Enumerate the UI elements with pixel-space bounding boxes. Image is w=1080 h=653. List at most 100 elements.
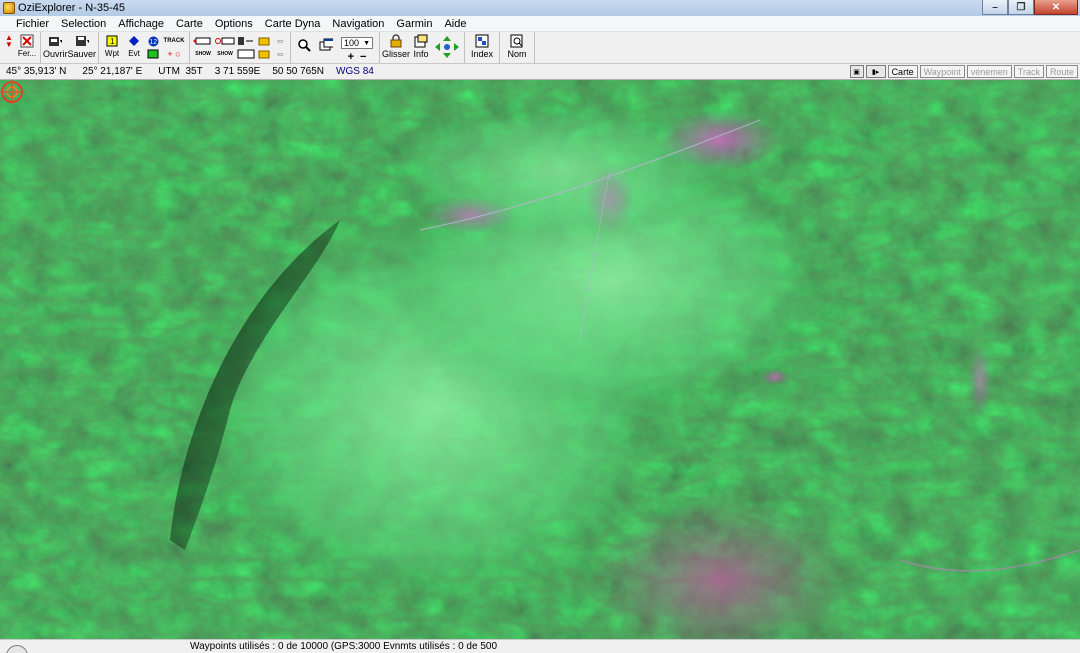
folder-button-1[interactable] — [257, 36, 271, 47]
index-label: Index — [471, 49, 494, 59]
chevron-down-icon: ▼ — [363, 39, 371, 47]
windows-icon — [319, 38, 334, 52]
show-wpt-button[interactable]: SHOW — [193, 49, 213, 60]
show-route-button[interactable] — [215, 36, 235, 47]
menu-garmin[interactable]: Garmin — [390, 18, 438, 30]
pan-arrows-icon — [434, 35, 460, 59]
glisser-button[interactable]: Glisser — [382, 32, 410, 63]
menu-carte-dyna[interactable]: Carte Dyna — [259, 18, 327, 30]
zoom-value: 100 — [344, 38, 360, 48]
route-toggle[interactable]: Route — [1045, 65, 1078, 78]
show-event-button[interactable]: SHOW — [215, 49, 235, 60]
text-button-2[interactable]: ▭ — [273, 49, 287, 60]
layer-button-1[interactable] — [237, 36, 255, 47]
minimize-button[interactable]: – — [982, 0, 1008, 15]
event-label: Evt — [128, 49, 140, 58]
map-object-controls: ▣ ▮▸ Carte Waypoint vénemen Track Route — [849, 65, 1078, 78]
title-bar: OziExplorer - N-35-45 – ❐ ✕ — [0, 0, 1080, 16]
zoom-select[interactable]: 100 ▼ — [341, 37, 374, 49]
save-label: Sauver — [67, 49, 97, 59]
folder-button-2[interactable] — [257, 49, 271, 60]
track-toggle[interactable]: Track — [1013, 65, 1044, 78]
menu-carte[interactable]: Carte — [170, 18, 209, 30]
zoom-buttons: + − — [348, 51, 367, 63]
glisser-label: Glisser — [382, 49, 411, 59]
window-controls: – ❐ ✕ — [982, 0, 1078, 15]
satellite-map[interactable] — [0, 80, 1080, 639]
show-stack-2: SHOW — [214, 32, 236, 63]
zoom-tool-button[interactable] — [293, 32, 315, 63]
name-search-button[interactable]: Nom — [502, 32, 532, 63]
green-marker-button[interactable] — [146, 49, 160, 60]
show-stack-4 — [256, 32, 272, 63]
open-button[interactable]: Ouvrir — [43, 32, 68, 63]
save-icon — [75, 34, 89, 48]
menu-aide[interactable]: Aide — [438, 18, 472, 30]
waypoint-usage-text: Waypoints utilisés : 0 de 10000 (GPS:300… — [190, 641, 498, 652]
save-button[interactable]: Sauver — [67, 32, 97, 63]
show-label-2: SHOW — [217, 51, 233, 57]
show-stack-1: SHOW — [192, 32, 214, 63]
show-stack-5: ▭ ▭ — [272, 32, 288, 63]
menu-fichier[interactable]: Fichier — [10, 18, 55, 30]
name-search-icon — [510, 34, 524, 48]
northing-readout: 50 50 765N — [272, 66, 325, 77]
picture-icon[interactable]: ▣ — [849, 65, 864, 78]
magnifier-icon — [297, 38, 311, 52]
index-icon — [475, 34, 489, 48]
show-label-1: SHOW — [195, 51, 211, 57]
add-remove-button[interactable]: + ○ — [162, 49, 186, 60]
easting-readout: 3 71 559E — [214, 66, 261, 77]
toolbar-group-index: Index — [465, 32, 501, 63]
event-diamond-icon — [127, 34, 141, 48]
zoom-in-button[interactable]: + — [348, 51, 354, 63]
toolbar-group-tools: Glisser Info — [380, 32, 466, 63]
index-button[interactable]: Index — [467, 32, 497, 63]
route-number-button[interactable]: 12 — [146, 36, 160, 47]
event-toggle[interactable]: vénemen — [966, 65, 1012, 78]
pan-button[interactable] — [432, 32, 462, 63]
waypoint-toggle[interactable]: Waypoint — [919, 65, 965, 78]
maximize-button[interactable]: ❐ — [1008, 0, 1034, 15]
menu-affichage[interactable]: Affichage — [112, 18, 170, 30]
open-label: Ouvrir — [43, 49, 68, 59]
longitude-readout: 25° 21,187' E — [82, 66, 143, 77]
datum-readout: WGS 84 — [336, 66, 374, 77]
show-track-button[interactable] — [193, 36, 213, 47]
track-button[interactable]: TRACK — [162, 36, 186, 47]
object-stack: 12 — [145, 32, 161, 63]
open-icon — [48, 34, 63, 48]
track-mini-label: TRACK — [163, 38, 185, 44]
info-button[interactable]: Info — [410, 32, 432, 63]
menu-bar: Fichier Selection Affichage Carte Option… — [0, 16, 1080, 32]
zoom-control: 100 ▼ + − — [337, 32, 377, 63]
track-stack: TRACK + ○ — [161, 32, 187, 63]
waypoint-icon: 1 — [105, 34, 119, 48]
coordinate-bar: 45° 35,913' N 25° 21,187' E UTM 35T 3 71… — [0, 64, 1080, 80]
menu-selection[interactable]: Selection — [55, 18, 112, 30]
arrows-button[interactable]: ▲ ▼ — [2, 32, 16, 63]
menu-options[interactable]: Options — [209, 18, 259, 30]
text-button-1[interactable]: ▭ — [273, 36, 287, 47]
cursor-crosshair-icon — [0, 80, 24, 104]
svg-text:1: 1 — [110, 37, 115, 46]
menu-navigation[interactable]: Navigation — [326, 18, 390, 30]
close-map-button[interactable]: Fer... — [16, 32, 38, 63]
waypoint-label: Wpt — [104, 49, 120, 58]
lock-icon — [389, 34, 403, 48]
copy-view-button[interactable] — [315, 32, 337, 63]
close-button[interactable]: ✕ — [1034, 0, 1078, 15]
disk-icon[interactable]: ▮▸ — [865, 65, 886, 78]
app-icon — [3, 2, 15, 14]
latitude-readout: 45° 35,913' N — [6, 66, 67, 77]
carte-toggle[interactable]: Carte — [887, 65, 918, 78]
toolbar-group-file: ▲ ▼ Fer... — [0, 32, 41, 63]
waypoint-button[interactable]: 1 Wpt — [101, 32, 123, 63]
name-label: Nom — [507, 49, 527, 59]
zoom-out-button[interactable]: − — [360, 51, 366, 63]
layer-button-2[interactable] — [237, 49, 255, 60]
map-imagery — [0, 80, 1080, 639]
utm-zone-readout: UTM 35T — [158, 66, 203, 77]
toolbar: ▲ ▼ Fer... Ouvrir Sauver 1 Wpt Evt 12 TR… — [0, 32, 1080, 64]
event-button[interactable]: Evt — [123, 32, 145, 63]
